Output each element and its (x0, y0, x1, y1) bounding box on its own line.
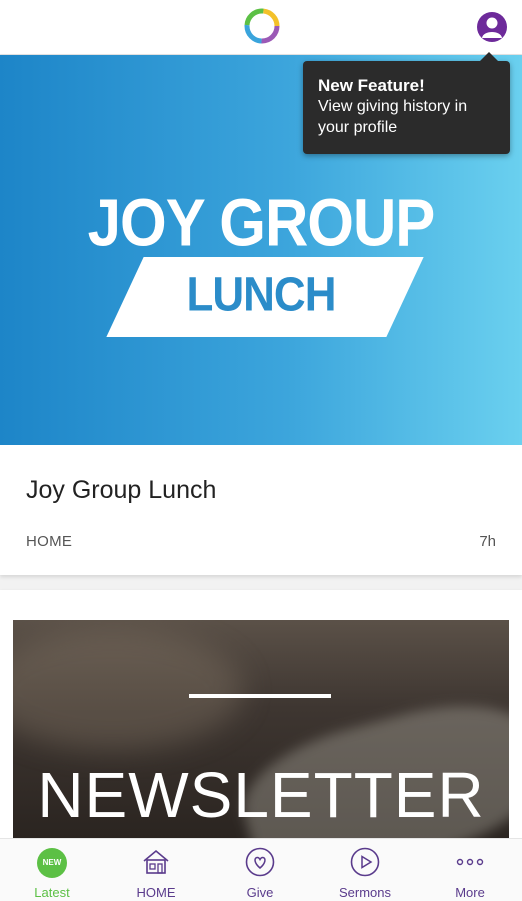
tab-label: More (455, 885, 485, 900)
tab-sermons[interactable]: Sermons (313, 839, 417, 901)
tooltip-text-line1: View giving history in (318, 98, 468, 115)
tooltip-text-line2: your profile (318, 119, 398, 136)
tab-home[interactable]: HOME (104, 839, 208, 901)
hero-title: JOY GROUP (87, 184, 436, 261)
tab-label: HOME (136, 885, 176, 900)
card-hero-image: NEWSLETTER (13, 620, 509, 840)
profile-button[interactable] (477, 12, 507, 42)
tab-label: Give (246, 885, 274, 900)
card-category: HOME (26, 533, 73, 550)
tab-latest[interactable]: NEW Latest (0, 839, 104, 901)
tooltip-title: New Feature! (318, 76, 425, 95)
heart-icon (245, 847, 275, 877)
top-bar (0, 0, 522, 55)
play-icon (350, 847, 380, 877)
divider-line (189, 694, 331, 698)
background-blur (13, 630, 243, 750)
tab-give[interactable]: Give (208, 839, 312, 901)
card-timestamp: 7h (479, 533, 496, 550)
new-feature-tooltip[interactable]: New Feature! View giving history in your… (303, 52, 510, 154)
hero-subtitle: LUNCH (186, 267, 337, 322)
bottom-tab-bar: NEW Latest HOME Give Sermons More (0, 838, 522, 901)
hero-title: NEWSLETTER (37, 759, 485, 831)
feed-card[interactable]: NEWSLETTER (0, 590, 522, 840)
house-icon (143, 849, 169, 874)
tab-label: Latest (34, 885, 70, 900)
tab-more[interactable]: More (418, 839, 522, 901)
ring-logo-icon (244, 8, 280, 44)
user-icon (482, 17, 502, 38)
tab-label: Sermons (338, 885, 392, 900)
ellipsis-icon (456, 858, 484, 866)
new-badge-icon: NEW (37, 848, 67, 878)
card-title: Joy Group Lunch (26, 476, 217, 504)
